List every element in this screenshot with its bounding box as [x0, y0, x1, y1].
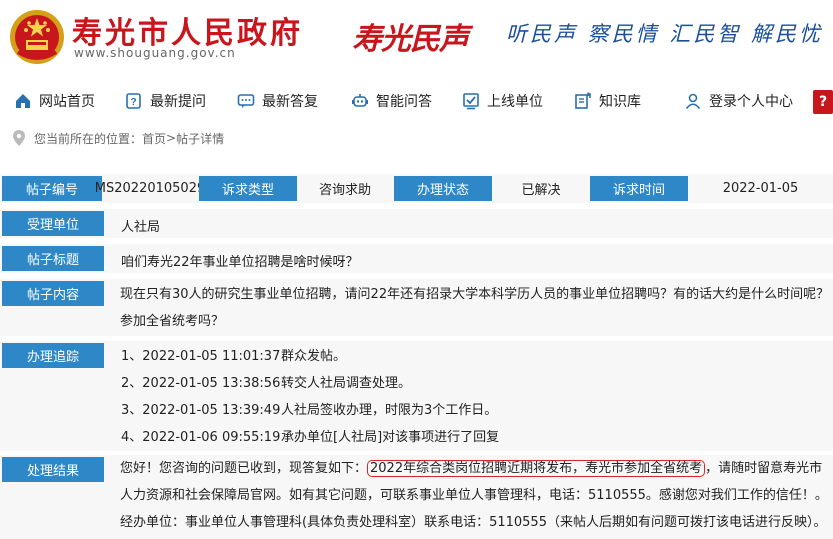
robot-icon — [352, 94, 368, 107]
brand-logo: 寿光民声 — [352, 22, 469, 57]
title-label: 帖子标题 — [2, 246, 104, 271]
track-entry: 4、2022-01-06 09:55:19 承办单位[人社局]对该事项进行了回复 — [121, 422, 499, 448]
nav-item-smart-qa[interactable]: 智能问答 — [351, 86, 432, 116]
site-header: 寿光市人民政府 www.shouguang.gov.cn 寿光民声 听民声 察民… — [0, 0, 833, 76]
national-emblem-icon — [10, 10, 64, 64]
nav-item-knowledge-base[interactable]: 知识库 — [574, 86, 641, 116]
user-icon — [685, 93, 701, 110]
checkbox-icon — [463, 93, 479, 110]
result-label: 处理结果 — [2, 457, 104, 482]
track-text: 人社局签收办理，时限为3个工作日。 — [281, 402, 498, 418]
track-entry: 3、2022-01-05 13:39:49 人社局签收办理，时限为3个工作日。 — [121, 395, 497, 421]
breadcrumb: 您当前所在的位置： 首页 > 帖子详情 — [12, 128, 224, 148]
site-url: www.shouguang.gov.cn — [74, 46, 236, 60]
nav-label: 知识库 — [599, 94, 641, 110]
help-badge[interactable]: ? — [813, 90, 833, 114]
title-value: 咱们寿光22年事业单位招聘是啥时候呀？ — [121, 255, 359, 270]
track-entry: 2、2022-01-05 13:38:56 转交人社局调查处理。 — [121, 368, 411, 394]
post-no-value: MS20220105029 — [94, 181, 206, 196]
nav-item-online-units[interactable]: 上线单位 — [462, 86, 543, 116]
time-label: 诉求时间 — [590, 176, 688, 201]
nav-label: 网站首页 — [39, 94, 95, 110]
post-no-label: 帖子编号 — [2, 176, 102, 201]
track-time: 4、2022-01-06 09:55:19 — [121, 429, 281, 445]
chat-icon — [237, 94, 255, 108]
main-nav: 网站首页 ? 最新提问 最新答复 智能问答 上线单位 知识库 登录个人中心 — [0, 86, 833, 116]
track-time: 3、2022-01-05 13:39:49 — [121, 402, 281, 418]
breadcrumb-current: 帖子详情 — [176, 131, 225, 146]
question-icon: ? — [126, 93, 141, 109]
track-label: 办理追踪 — [2, 343, 104, 368]
track-text: 承办单位[人社局]对该事项进行了回复 — [281, 429, 500, 445]
breadcrumb-home[interactable]: 首页 — [142, 130, 166, 147]
nav-item-latest-questions[interactable]: ? 最新提问 — [125, 86, 206, 116]
home-icon — [16, 94, 30, 108]
track-time: 2、2022-01-05 13:38:56 — [121, 375, 281, 391]
slogan: 听民声 察民情 汇民智 解民忧 — [506, 22, 824, 46]
book-icon — [575, 92, 591, 109]
nav-label: 智能问答 — [376, 94, 432, 110]
unit-value: 人社局 — [121, 220, 161, 235]
svg-text:?: ? — [130, 97, 136, 108]
content-label: 帖子内容 — [2, 281, 104, 306]
nav-item-home[interactable]: 网站首页 — [14, 86, 95, 116]
result-text-pre: 您好！您咨询的问题已收到，现答复如下： — [120, 461, 368, 476]
nav-label: 最新答复 — [262, 94, 318, 110]
unit-label: 受理单位 — [2, 211, 104, 236]
track-time: 1、2022-01-05 11:01:37 — [121, 348, 281, 364]
breadcrumb-prefix: 您当前所在的位置： — [34, 131, 143, 146]
track-text: 群众发帖。 — [281, 348, 347, 364]
type-value: 咨询求助 — [318, 183, 371, 198]
status-label: 办理状态 — [394, 176, 492, 201]
nav-item-login[interactable]: 登录个人中心 — [684, 86, 793, 116]
result-value: 您好！您咨询的问题已收到，现答复如下： 2022年综合类岗位招聘近期将发布，寿光市… — [120, 455, 830, 536]
track-entry: 1、2022-01-05 11:01:37 群众发帖。 — [121, 341, 346, 367]
time-value: 2022-01-05 — [722, 181, 799, 196]
location-pin-icon — [13, 130, 25, 146]
type-label: 诉求类型 — [199, 176, 297, 201]
track-text: 转交人社局调查处理。 — [281, 375, 412, 391]
breadcrumb-separator: > — [166, 131, 177, 145]
status-value: 已解决 — [521, 183, 561, 198]
content-value: 现在只有30人的研究生事业单位招聘，请问22年还有招录大学本科学历人员的事业单位… — [120, 287, 830, 329]
nav-label: 最新提问 — [150, 94, 206, 110]
result-highlight: 2022年综合类岗位招聘近期将发布，寿光市参加全省统考 — [367, 460, 706, 477]
nav-label: 登录个人中心 — [709, 94, 793, 110]
nav-label: 上线单位 — [487, 94, 543, 110]
nav-item-latest-replies[interactable]: 最新答复 — [237, 86, 318, 116]
